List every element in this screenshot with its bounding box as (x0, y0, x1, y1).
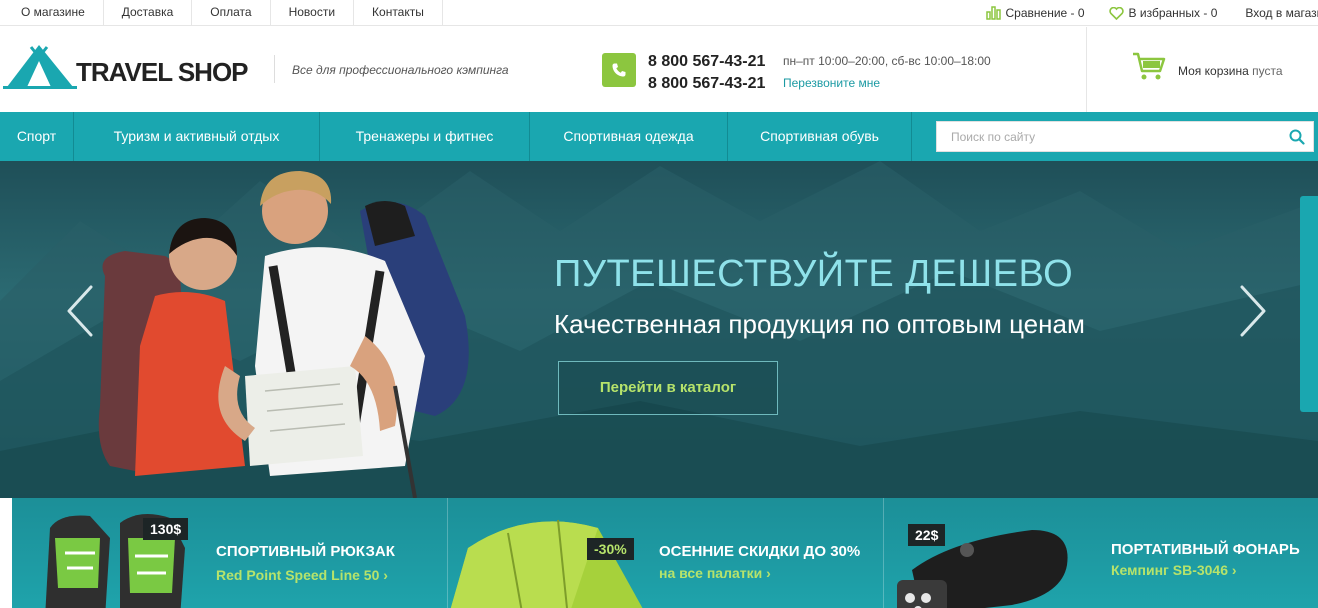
phone-badge (602, 53, 636, 87)
callback-link[interactable]: Перезвоните мне (783, 76, 880, 90)
compare-label: Сравнение - 0 (1005, 6, 1085, 20)
cart-icon (1133, 52, 1166, 80)
slider-prev-icon[interactable] (65, 285, 95, 337)
favorites-label: В избранных - 0 (1128, 6, 1218, 20)
top-bar: О магазине Доставка Оплата Новости Конта… (0, 0, 1318, 26)
search-box (936, 121, 1314, 152)
cart-status: пуста (1252, 64, 1283, 78)
hikers-illustration (98, 171, 469, 498)
nav-item-fitness[interactable]: Тренажеры и фитнес (320, 112, 530, 161)
top-nav-about[interactable]: О магазине (0, 0, 104, 26)
promo-tents[interactable]: -30% ОСЕННИЕ СКИДКИ ДО 30% на все палатк… (448, 498, 884, 608)
phone-numbers: 8 800 567-43-21 8 800 567-43-21 (648, 51, 765, 95)
hero-slider: ПУТЕШЕСТВУЙТЕ ДЕШЕВО Качественная продук… (0, 161, 1318, 498)
promo-tents-title: ОСЕННИЕ СКИДКИ ДО 30% (659, 543, 861, 560)
promo-backpack[interactable]: 130$ СПОРТИВНЫЙ РЮКЗАК Red Point Speed L… (12, 498, 448, 608)
catalog-button[interactable]: Перейти в каталог (558, 361, 778, 415)
promo-tents-discount: -30% (587, 538, 634, 560)
cart-label: Моя корзина (1178, 64, 1249, 78)
search-input[interactable] (937, 122, 1277, 151)
cart-text: Моя корзина пуста (1178, 64, 1283, 78)
promo-flashlight-link[interactable]: Кемпинг SB-3046 › (1111, 562, 1237, 578)
login-link[interactable]: Вход в магазин (1245, 6, 1318, 20)
compare-icon (985, 6, 1001, 20)
search-icon[interactable] (1289, 129, 1305, 145)
cart[interactable]: Моя корзина пуста (1086, 27, 1318, 112)
main-nav: Спорт Туризм и активный отдых Тренажеры … (0, 112, 1318, 161)
slider-next-icon[interactable] (1238, 285, 1268, 337)
nav-item-tourism[interactable]: Туризм и активный отдых (74, 112, 320, 161)
tagline: Все для профессионального кэмпинга (292, 63, 509, 77)
compare-link[interactable]: Сравнение - 0 (985, 6, 1085, 20)
promo-backpack-link[interactable]: Red Point Speed Line 50 › (216, 567, 388, 583)
phone-number-2[interactable]: 8 800 567-43-21 (648, 73, 765, 95)
promo-backpack-title: СПОРТИВНЫЙ РЮКЗАК (216, 543, 395, 560)
logo-text[interactable]: TRAVEL SHOP (76, 57, 249, 88)
promo-strip: 130$ СПОРТИВНЫЙ РЮКЗАК Red Point Speed L… (12, 498, 1318, 608)
favorites-link[interactable]: В избранных - 0 (1108, 6, 1218, 20)
hero-subtitle: Качественная продукция по оптовым ценам (554, 309, 1085, 339)
nav-item-sport[interactable]: Спорт (0, 112, 74, 161)
nav-item-sportswear[interactable]: Спортивная одежда (530, 112, 728, 161)
header: TRAVEL SHOP Все для профессионального кэ… (0, 27, 1318, 112)
phone-icon (612, 63, 626, 77)
nav-item-footwear[interactable]: Спортивная обувь (728, 112, 912, 161)
top-nav-delivery[interactable]: Доставка (104, 0, 193, 26)
top-nav: О магазине Доставка Оплата Новости Конта… (0, 0, 443, 26)
top-right-links: Сравнение - 0 В избранных - 0 Вход в маг… (962, 0, 1318, 26)
working-hours: пн–пт 10:00–20:00, сб-вс 10:00–18:00 (783, 54, 991, 68)
heart-icon (1108, 6, 1124, 20)
logo-divider (274, 55, 275, 83)
hero-title: ПУТЕШЕСТВУЙТЕ ДЕШЕВО (554, 253, 1074, 295)
promo-tents-link[interactable]: на все палатки › (659, 565, 771, 581)
top-nav-contacts[interactable]: Контакты (354, 0, 443, 26)
side-tab[interactable] (1300, 196, 1318, 412)
promo-flashlight-title: ПОРТАТИВНЫЙ ФОНАРЬ (1111, 541, 1300, 558)
promo-flashlight[interactable]: 22$ ПОРТАТИВНЫЙ ФОНАРЬ Кемпинг SB-3046 › (884, 498, 1318, 608)
top-nav-payment[interactable]: Оплата (192, 0, 271, 26)
phone-number-1[interactable]: 8 800 567-43-21 (648, 51, 765, 73)
promo-flashlight-price: 22$ (908, 524, 946, 546)
top-nav-news[interactable]: Новости (271, 0, 355, 26)
promo-backpack-price: 130$ (143, 518, 189, 540)
